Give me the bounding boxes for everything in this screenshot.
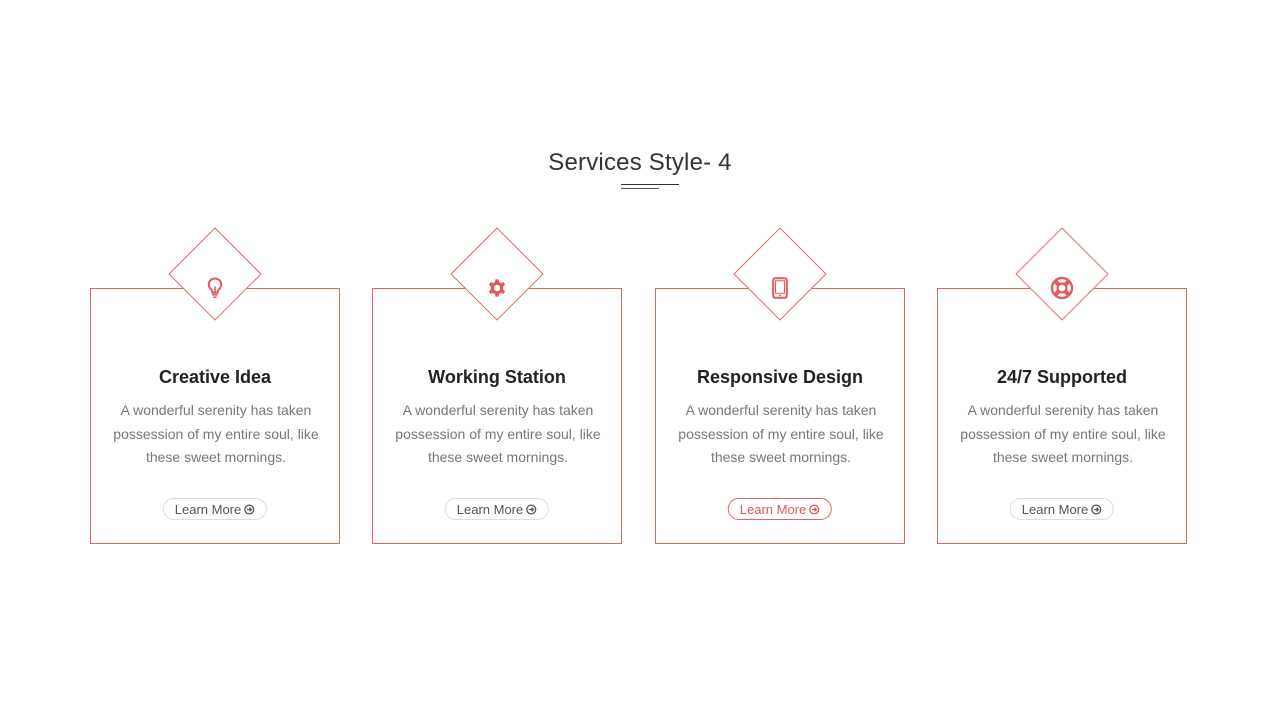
lightbulb-icon [202,275,228,301]
arrow-circle-right-icon [1091,503,1102,515]
icon-diamond-frame [733,227,827,321]
card-description: A wonderful serenity has taken possessio… [678,402,884,465]
card-title: 24/7 Supported [996,367,1128,387]
underline-top [621,184,679,185]
tablet-icon [767,275,793,301]
learn-more-label: Learn More [456,501,524,517]
arrow-circle-right-icon [244,503,255,515]
card-description: A wonderful serenity has taken possessio… [960,402,1166,465]
learn-more-label: Learn More [1021,501,1089,517]
icon-diamond-frame [450,227,544,321]
service-card-working-station: Working Station A wonderful serenity has… [372,227,622,544]
service-card-supported: 24/7 Supported A wonderful serenity has … [937,227,1187,544]
service-card-responsive-design: Responsive Design A wonderful serenity h… [655,227,905,544]
learn-more-label: Learn More [739,501,807,517]
title-underline [621,184,679,190]
learn-more-button[interactable]: Learn More [1009,498,1115,520]
card-title: Creative Idea [158,367,272,387]
icon-diamond-frame [1015,227,1109,321]
arrow-circle-right-icon [526,503,537,515]
gear-icon [484,275,510,301]
services-section: Services Style- 4 Creative Idea A wonder… [0,0,1280,720]
card-title: Responsive Design [696,367,864,387]
card-description: A wonderful serenity has taken possessio… [395,402,601,465]
section-title: Services Style- 4 [548,149,732,176]
learn-more-button[interactable]: Learn More [727,498,833,520]
learn-more-button[interactable]: Learn More [444,498,550,520]
service-card-creative-idea: Creative Idea A wonderful serenity has t… [90,227,340,544]
lifebuoy-icon [1049,275,1075,301]
card-description: A wonderful serenity has taken possessio… [113,402,319,465]
icon-diamond-frame [168,227,262,321]
arrow-circle-right-icon [809,503,820,515]
learn-more-label: Learn More [174,501,242,517]
card-title: Working Station [428,367,566,387]
learn-more-button[interactable]: Learn More [162,498,268,520]
underline-bottom [621,188,659,189]
